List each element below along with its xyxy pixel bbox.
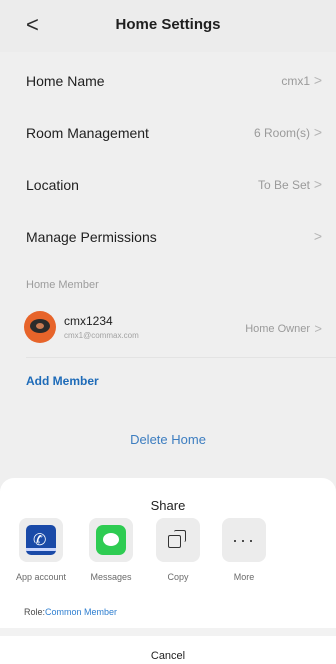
share-option-box	[156, 518, 200, 562]
member-name: cmx1234	[64, 314, 113, 328]
phone-icon: ✆	[33, 532, 47, 549]
more-icon: ···	[232, 530, 256, 550]
chevron-right-icon: >	[313, 72, 322, 88]
sheet-separator	[0, 628, 336, 636]
header: < Home Settings	[0, 0, 336, 52]
page-title: Home Settings	[115, 16, 221, 33]
chevron-right-icon: >	[313, 124, 322, 140]
share-option-label: Messages	[90, 572, 132, 582]
chevron-right-icon: >	[313, 176, 322, 192]
location-row[interactable]: Location To Be Set >	[0, 160, 336, 212]
avatar	[24, 311, 56, 343]
room-management-label: Room Management	[26, 125, 149, 141]
room-management-value: 6 Room(s)	[253, 126, 310, 140]
share-option-messages[interactable]: Messages	[78, 518, 144, 588]
member-role: Home Owner	[245, 323, 310, 335]
location-value: To Be Set	[257, 178, 310, 192]
member-email: cmx1@commax.com	[64, 331, 139, 340]
share-option-label: Copy	[167, 572, 189, 582]
home-name-label: Home Name	[26, 73, 105, 89]
share-option-app-account[interactable]: ✆ App account	[8, 518, 74, 588]
app-icon-strip	[26, 548, 56, 551]
app-account-icon: ✆	[26, 525, 56, 555]
messages-icon	[96, 525, 126, 555]
manage-permissions-row[interactable]: Manage Permissions >	[0, 212, 336, 264]
delete-home-button[interactable]: Delete Home	[0, 432, 336, 447]
share-option-label: App account	[15, 572, 67, 582]
share-option-box	[89, 518, 133, 562]
role-key: Role:	[24, 607, 46, 617]
role-line[interactable]: Role:Common Member	[24, 607, 117, 617]
avatar-eye	[36, 323, 44, 329]
share-option-more[interactable]: ··· More	[211, 518, 277, 588]
copy-icon	[163, 525, 193, 555]
home-member-section-label: Home Member	[26, 279, 99, 291]
add-member-button[interactable]: Add Member	[26, 374, 99, 388]
share-sheet: Share ✆ App account Messages Copy ··· Mo…	[0, 478, 336, 664]
chevron-right-icon: >	[314, 321, 322, 336]
share-sheet-title: Share	[150, 498, 186, 513]
home-name-row[interactable]: Home Name cmx1 >	[0, 56, 336, 108]
copy-icon-front	[168, 535, 181, 548]
home-settings-screen: < Home Settings Home Name cmx1 > Room Ma…	[0, 0, 336, 664]
divider	[26, 357, 336, 358]
room-management-row[interactable]: Room Management 6 Room(s) >	[0, 108, 336, 160]
message-bubble	[103, 533, 119, 546]
location-label: Location	[26, 177, 79, 193]
cancel-button[interactable]: Cancel	[0, 650, 336, 662]
share-option-box: ···	[222, 518, 266, 562]
chevron-right-icon: >	[313, 228, 322, 244]
share-option-copy[interactable]: Copy	[145, 518, 211, 588]
manage-permissions-label: Manage Permissions	[26, 229, 157, 245]
share-option-label: More	[233, 572, 255, 582]
home-name-value: cmx1	[281, 74, 310, 88]
share-option-box: ✆	[19, 518, 63, 562]
role-value: Common Member	[45, 607, 118, 617]
